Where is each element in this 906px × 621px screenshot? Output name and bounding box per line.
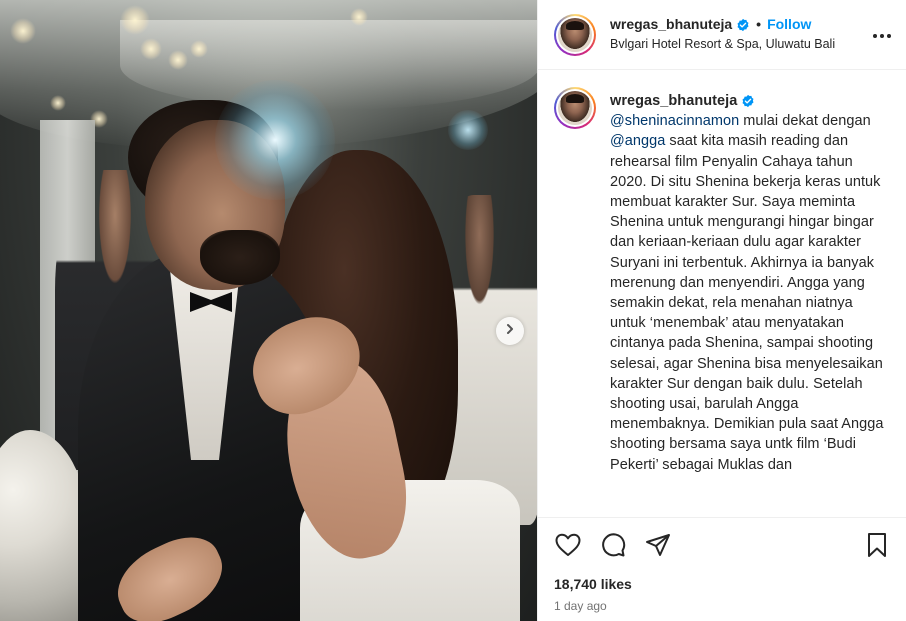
post-timestamp[interactable]: 1 day ago — [554, 599, 891, 613]
comment-icon — [600, 532, 626, 563]
bokeh-light — [168, 50, 188, 70]
bookmark-icon — [866, 532, 888, 563]
mention-link[interactable]: @sheninacinnamon — [610, 113, 739, 129]
verified-badge-icon — [736, 18, 750, 32]
caption-text: wregas_bhanuteja @sheninacinnamon mulai … — [610, 91, 886, 475]
caption-body: mulai dekat dengan — [739, 113, 871, 130]
carousel-next-button[interactable] — [496, 317, 524, 345]
caption-body: saat kita masih reading dan rehearsal fi… — [610, 133, 884, 473]
username-link[interactable]: wregas_bhanuteja — [610, 16, 732, 34]
caption-avatar[interactable] — [554, 87, 596, 129]
bokeh-light — [120, 5, 150, 35]
like-button[interactable] — [554, 533, 582, 561]
bokeh-light — [140, 38, 162, 60]
post-header: wregas_bhanuteja • Follow Bvlgari Hotel … — [538, 0, 906, 70]
share-button[interactable] — [644, 533, 672, 561]
verified-badge-icon — [741, 94, 755, 108]
post-side-panel: wregas_bhanuteja • Follow Bvlgari Hotel … — [537, 0, 906, 621]
separator-dot: • — [756, 16, 762, 33]
share-icon — [645, 533, 671, 562]
chevron-right-icon — [504, 322, 516, 340]
follow-button[interactable]: Follow — [767, 16, 811, 34]
light-flare — [215, 80, 335, 200]
caption-username-link[interactable]: wregas_bhanuteja — [610, 91, 737, 111]
caption-section: wregas_bhanuteja @sheninacinnamon mulai … — [538, 71, 906, 517]
more-options-button[interactable] — [870, 23, 894, 47]
more-options-icon — [872, 26, 892, 44]
bokeh-light — [190, 40, 208, 58]
bokeh-light — [10, 18, 36, 44]
comment-button[interactable] — [599, 532, 627, 563]
bokeh-light — [50, 95, 66, 111]
avatar-image — [558, 17, 592, 52]
post-actions: 18,740 likes 1 day ago — [538, 517, 906, 613]
avatar-image — [558, 91, 592, 125]
light-flare-small — [448, 110, 488, 150]
likes-count[interactable]: 18,740 likes — [554, 576, 891, 592]
bokeh-light — [350, 8, 368, 26]
heart-icon — [555, 533, 581, 562]
mention-link[interactable]: @angga — [610, 133, 665, 149]
man-beard — [200, 230, 280, 285]
save-button[interactable] — [863, 532, 891, 563]
avatar[interactable] — [554, 13, 596, 56]
post-image[interactable] — [0, 0, 537, 621]
location-link[interactable]: Bvlgari Hotel Resort & Spa, Uluwatu Bali — [610, 37, 870, 53]
